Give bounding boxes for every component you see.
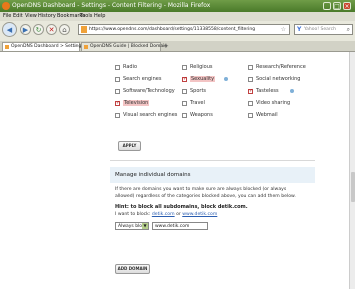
block-mode-select[interactable]: Always block ▼ xyxy=(115,222,149,230)
checkbox[interactable] xyxy=(115,113,120,118)
firefox-logo-icon xyxy=(2,2,10,10)
checkbox-checked[interactable] xyxy=(115,100,120,106)
info-icon[interactable] xyxy=(290,89,294,93)
navigation-toolbar: ◀ ▶ ↻ ✕ ⌂ https://www.opendns.com/dashbo… xyxy=(0,21,355,40)
search-engine-icon[interactable]: Y xyxy=(297,26,301,33)
info-icon[interactable] xyxy=(224,77,228,81)
new-tab-icon[interactable]: + xyxy=(163,42,169,50)
hint-text: Hint: to block all subdomains, block det… xyxy=(115,204,248,210)
checkbox[interactable] xyxy=(115,65,120,70)
domain-input-value: www.detik.com xyxy=(155,224,190,229)
home-icon[interactable]: ⌂ xyxy=(59,24,70,35)
close-button[interactable]: × xyxy=(343,2,351,10)
domain-input[interactable]: www.detik.com xyxy=(152,222,208,230)
checkbox[interactable] xyxy=(248,101,253,106)
example-prefix: I want to block: xyxy=(115,212,151,217)
menu-help[interactable]: Help xyxy=(94,13,105,19)
example-link-www[interactable]: www.detik.com xyxy=(182,212,217,217)
menu-view[interactable]: View xyxy=(25,13,37,19)
tab-favicon-icon xyxy=(5,45,9,49)
window-titlebar: OpenDNS Dashboard - Settings - Content F… xyxy=(0,0,355,12)
checkbox[interactable] xyxy=(115,77,120,82)
back-icon[interactable]: ◀ xyxy=(2,22,17,37)
page-content: Radio Religious Research/Reference Searc… xyxy=(0,52,349,289)
example-link-domain[interactable]: detik.com xyxy=(152,212,175,217)
maximize-button[interactable]: □ xyxy=(333,2,341,10)
checkbox[interactable] xyxy=(182,89,187,94)
vertical-scrollbar[interactable] xyxy=(349,52,355,289)
example-or: or xyxy=(176,212,181,217)
menu-history[interactable]: History xyxy=(38,13,56,19)
minimize-button[interactable]: _ xyxy=(323,2,331,10)
apply-button[interactable]: APPLY xyxy=(118,141,141,151)
url-bar[interactable]: https://www.opendns.com/dashboard/settin… xyxy=(78,24,290,35)
window-title: OpenDNS Dashboard - Settings - Content F… xyxy=(12,2,211,9)
checkbox[interactable] xyxy=(248,77,253,82)
checkbox[interactable] xyxy=(248,113,253,118)
scrollbar-thumb[interactable] xyxy=(351,172,355,202)
tab-bar: OpenDNS Dashboard > Settings > ... × Ope… xyxy=(0,41,355,52)
checkbox[interactable] xyxy=(115,89,120,94)
section-title: Manage individual domains xyxy=(115,172,191,178)
search-box[interactable]: Y Yahoo! Search ⌕ xyxy=(294,24,353,35)
checkbox-checked[interactable] xyxy=(248,88,253,94)
site-favicon-icon xyxy=(81,26,87,33)
example-line: I want to block: detik.com or www.detik.… xyxy=(115,212,217,217)
settings-panel: Radio Religious Research/Reference Searc… xyxy=(110,52,315,289)
forward-icon[interactable]: ▶ xyxy=(20,24,31,35)
stop-icon[interactable]: ✕ xyxy=(46,24,57,35)
search-icon[interactable]: ⌕ xyxy=(347,26,350,34)
tab-close-icon[interactable]: × xyxy=(73,44,77,49)
url-text: https://www.opendns.com/dashboard/settin… xyxy=(89,27,256,32)
checkbox-checked[interactable] xyxy=(182,76,187,82)
add-domain-button[interactable]: ADD DOMAIN xyxy=(115,264,150,274)
tab-dashboard[interactable]: OpenDNS Dashboard > Settings > ... × xyxy=(2,42,95,51)
section-header: Manage individual domains xyxy=(110,167,315,183)
divider xyxy=(110,160,315,161)
menu-edit[interactable]: Edit xyxy=(13,13,23,19)
menu-file[interactable]: File xyxy=(3,13,11,19)
menu-tools[interactable]: Tools xyxy=(80,13,92,19)
bookmark-star-icon[interactable]: ☆ xyxy=(281,26,286,33)
search-placeholder: Yahoo! Search xyxy=(304,27,336,32)
reload-icon[interactable]: ↻ xyxy=(33,24,44,35)
section-description: If there are domains you want to make su… xyxy=(115,187,296,199)
tab-favicon-icon xyxy=(84,45,88,49)
checkbox[interactable] xyxy=(182,113,187,118)
tab-guide[interactable]: OpenDNS Guide | Blocked Domain × xyxy=(81,42,167,51)
chevron-down-icon[interactable]: ▼ xyxy=(142,223,148,229)
checkbox[interactable] xyxy=(182,101,187,106)
tab-close-icon[interactable]: × xyxy=(154,44,158,49)
checkbox[interactable] xyxy=(248,65,253,70)
checkbox[interactable] xyxy=(182,65,187,70)
